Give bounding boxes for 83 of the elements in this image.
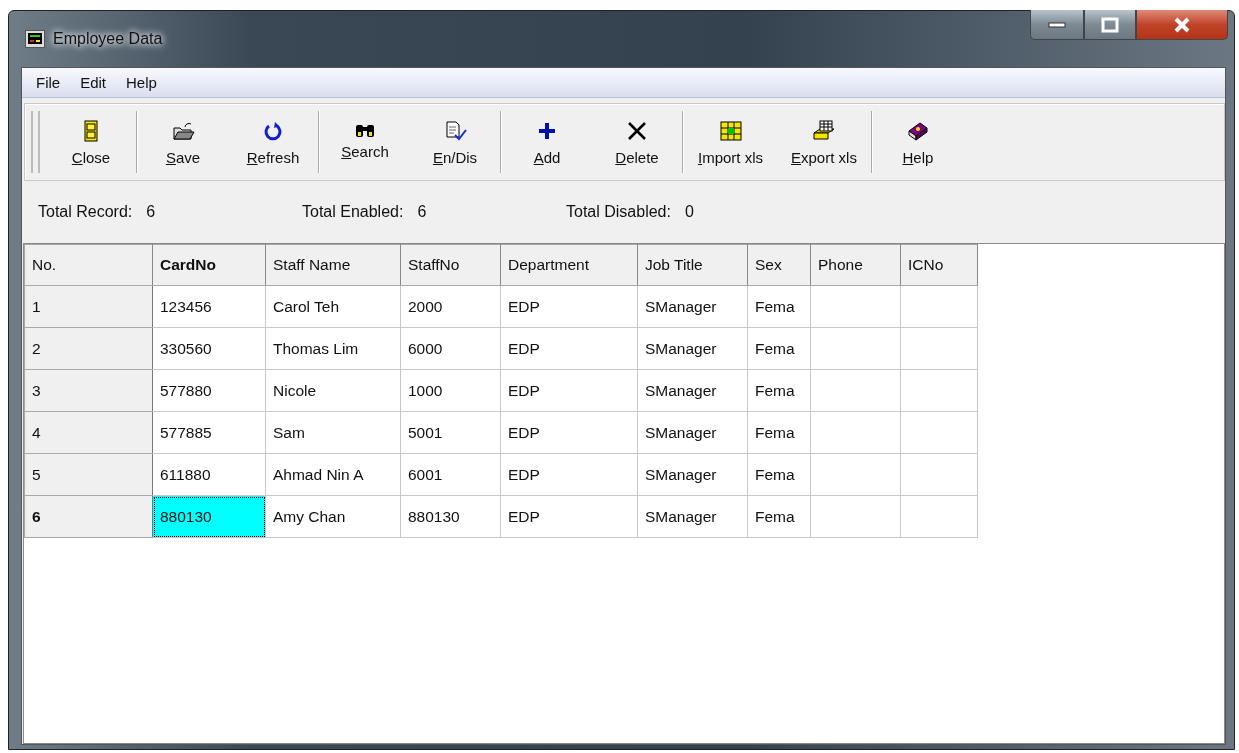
table-cell: 2000 [400, 285, 501, 328]
table-cell: 5001 [400, 411, 501, 454]
close-button[interactable] [1136, 10, 1228, 40]
stat-value: 6 [146, 203, 156, 221]
table-cell: 880130 [152, 495, 266, 538]
stat-value: 6 [417, 203, 427, 221]
table-cell: Carol Teh [265, 285, 401, 328]
table-cell: EDP [500, 285, 638, 328]
row-header[interactable]: 1 [24, 285, 153, 328]
table-cell: 123456 [152, 285, 266, 328]
menu-item[interactable]: Edit [72, 74, 115, 91]
column-header[interactable]: CardNo [152, 244, 266, 286]
document-check-icon [443, 118, 467, 143]
toolbar-button[interactable]: Search [320, 118, 410, 166]
stat-label: Total Disabled: [566, 203, 671, 221]
table-cell: EDP [500, 369, 638, 412]
table-cell: EDP [500, 495, 638, 538]
table-cell: EDP [500, 411, 638, 454]
toolbar-button[interactable]: Delete [592, 112, 682, 172]
table-cell: SManager [637, 327, 748, 370]
maximize-icon [1101, 16, 1119, 33]
column-header[interactable]: No. [24, 244, 153, 286]
toolbar-button[interactable]: Help [872, 112, 963, 172]
window-title: Employee Data [53, 30, 163, 48]
toolbar-grip[interactable] [31, 111, 40, 173]
toolbar-button[interactable]: En/Dis [410, 112, 500, 172]
table-cell: Ahmad Nin A [265, 453, 401, 496]
maximize-button[interactable] [1084, 10, 1136, 40]
table-cell: SManager [637, 453, 748, 496]
table-cell: Fema [747, 369, 811, 412]
column-header[interactable]: Staff Name [265, 244, 401, 286]
table-export-icon [811, 118, 836, 143]
stat-value: 0 [684, 203, 694, 221]
table-cell: SManager [637, 285, 748, 328]
column-header[interactable]: Phone [810, 244, 901, 286]
row-header[interactable]: 6 [24, 495, 153, 538]
toolbar-button[interactable]: Import xls [684, 112, 777, 172]
stat-label: Total Enabled: [302, 203, 404, 221]
toolbar-button[interactable]: Export xls [777, 112, 871, 172]
close-icon [1172, 16, 1192, 33]
table-cell: Nicole [265, 369, 401, 412]
table-cell: Sam [265, 411, 401, 454]
table-cell: 880130 [400, 495, 501, 538]
column-header[interactable]: Department [500, 244, 638, 286]
toolbar-button[interactable]: Close [46, 112, 136, 172]
column-header[interactable]: StaffNo [400, 244, 501, 286]
menu-item[interactable]: Help [118, 74, 165, 91]
table-cell: 1000 [400, 369, 501, 412]
toolbar-button[interactable]: Add [502, 112, 592, 172]
row-header[interactable]: 3 [24, 369, 153, 412]
menu-item[interactable]: File [28, 74, 69, 91]
table-cell: Fema [747, 411, 811, 454]
toolbar-button[interactable]: Save [138, 112, 228, 172]
table-cell: 577880 [152, 369, 266, 412]
table-cell: SManager [637, 369, 748, 412]
table-cell: Fema [747, 327, 811, 370]
table-cell: Fema [747, 285, 811, 328]
app-icon [25, 30, 45, 48]
binoculars-icon [356, 124, 374, 137]
table-cell: Amy Chan [265, 495, 401, 538]
spreadsheet-icon [718, 118, 743, 143]
table-cell: Fema [747, 495, 811, 538]
column-header[interactable]: Job Title [637, 244, 748, 286]
row-header[interactable]: 2 [24, 327, 153, 370]
table-cell: 330560 [152, 327, 266, 370]
table-cell: SManager [637, 411, 748, 454]
row-header[interactable]: 5 [24, 453, 153, 496]
table-cell: 577885 [152, 411, 266, 454]
minimize-icon [1048, 20, 1066, 29]
table-cell: Fema [747, 453, 811, 496]
toolbar-button[interactable]: Refresh [228, 112, 318, 172]
table-cell: Thomas Lim [265, 327, 401, 370]
table-cell: 6000 [400, 327, 501, 370]
table-cell: EDP [500, 453, 638, 496]
minimize-button[interactable] [1030, 10, 1084, 40]
table-cell: SManager [637, 495, 748, 538]
stat-label: Total Record: [38, 203, 133, 221]
row-header[interactable]: 4 [24, 411, 153, 454]
table-cell: 6001 [400, 453, 501, 496]
column-header[interactable]: Sex [747, 244, 811, 286]
column-header[interactable]: ICNo [900, 244, 978, 286]
table-cell: 611880 [152, 453, 266, 496]
table-cell: EDP [500, 327, 638, 370]
